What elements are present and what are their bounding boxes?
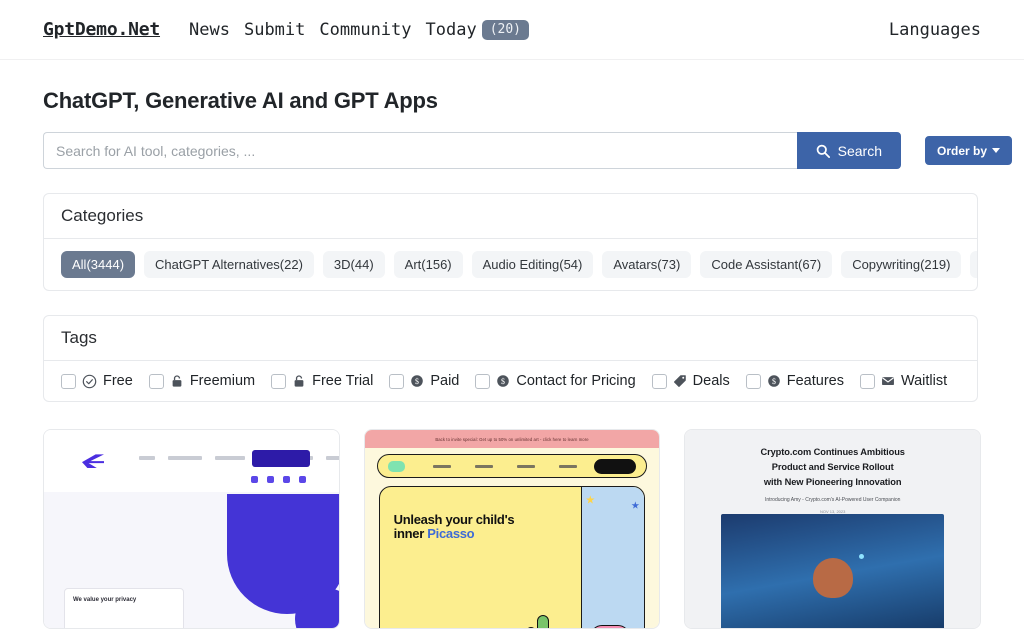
- checkbox-contact-for-pricing[interactable]: [475, 373, 491, 389]
- tag-filter-features[interactable]: $ Features: [745, 373, 844, 390]
- tag-label-deals: Deals: [692, 373, 730, 390]
- checkbox-features[interactable]: [745, 373, 761, 389]
- category-chip-chatgpt-alternatives[interactable]: ChatGPT Alternatives(22): [144, 251, 314, 279]
- checkbox-deals[interactable]: [651, 373, 667, 389]
- category-chip-audio-editing[interactable]: Audio Editing(54): [471, 251, 594, 279]
- thumb-hero-line2-prefix: inner: [393, 526, 428, 542]
- search-group: Search: [43, 132, 901, 170]
- envelope-icon: [881, 374, 895, 388]
- tag-label-free: Free: [103, 373, 133, 390]
- tag-filter-freemium[interactable]: Freemium: [148, 373, 256, 390]
- categories-heading: Categories: [44, 194, 977, 240]
- tool-card-1[interactable]: We value your privacy: [43, 429, 340, 629]
- category-chip-3d[interactable]: 3D(44): [322, 251, 385, 279]
- thumb-brand-icon: [387, 460, 405, 472]
- brand-logo[interactable]: GptDemo.Net: [43, 19, 160, 40]
- tool-card-3[interactable]: Crypto.com Continues Ambitious Product a…: [684, 429, 982, 629]
- categories-panel: Categories All(3444) ChatGPT Alternative…: [43, 193, 978, 292]
- svg-text:$: $: [772, 377, 776, 386]
- chevron-down-icon: [992, 148, 1001, 154]
- tag-label-contact-for-pricing: Contact for Pricing: [516, 373, 636, 390]
- tag-filter-row[interactable]: Free Freemium Free Trial $ Paid $ Contac…: [61, 373, 977, 389]
- tag-filter-deals[interactable]: Deals: [651, 373, 730, 390]
- nav-item-community[interactable]: Community: [312, 20, 418, 40]
- thumb-hero-image: [721, 514, 945, 629]
- categories-body: All(3444) ChatGPT Alternatives(22) 3D(44…: [44, 239, 977, 290]
- tag-filter-contact-for-pricing[interactable]: $ Contact for Pricing: [475, 373, 636, 390]
- thumb-title-line1: Crypto.com Continues Ambitious: [760, 447, 905, 458]
- search-button-label: Search: [837, 142, 882, 159]
- page-container: ChatGPT, Generative AI and GPT Apps Sear…: [0, 88, 1024, 629]
- order-by-label: Order by: [937, 143, 988, 158]
- search-icon: [816, 144, 830, 158]
- thumb-signin-button: [594, 458, 637, 474]
- tag-label-features: Features: [786, 373, 844, 390]
- tool-card-3-thumbnail: Crypto.com Continues Ambitious Product a…: [685, 430, 981, 629]
- today-count-badge: (20): [481, 19, 530, 40]
- thumb-hero: Unleash your child's inner Picasso: [378, 486, 646, 629]
- search-row: Search Order by: [43, 132, 1013, 170]
- nav-item-today[interactable]: Today: [419, 20, 484, 40]
- checkbox-paid[interactable]: [389, 373, 405, 389]
- dollar-circle-icon: $: [496, 374, 510, 388]
- tags-panel: Tags Free Freemium Free Trial $ Paid $ C…: [43, 315, 978, 403]
- category-chip-copywriting[interactable]: Copywriting(219): [841, 251, 962, 279]
- thumb-subtitle: Introducing Amy - Crypto.com's AI-Powere…: [764, 496, 901, 503]
- thumb-title-line2: Product and Service Rollout: [771, 462, 894, 473]
- page-title: ChatGPT, Generative AI and GPT Apps: [43, 88, 438, 113]
- nav-item-submit[interactable]: Submit: [237, 20, 312, 40]
- search-button[interactable]: Search: [796, 132, 901, 170]
- search-input[interactable]: [43, 132, 797, 170]
- tag-icon: [673, 374, 687, 388]
- tool-card-2[interactable]: Back to invite special: Get up to 50% on…: [363, 429, 661, 629]
- site-header: GptDemo.Net News Submit Community Today …: [0, 0, 1024, 60]
- tags-body: Free Freemium Free Trial $ Paid $ Contac…: [44, 361, 977, 401]
- tag-filter-free[interactable]: Free: [61, 373, 133, 389]
- category-chip-art[interactable]: Art(156): [393, 251, 463, 279]
- tag-filter-waitlist[interactable]: Waitlist: [859, 373, 948, 390]
- category-chip-partial[interactable]: C: [970, 251, 977, 279]
- thumb-hero-line2-accent: Picasso: [427, 526, 475, 542]
- tag-label-free-trial: Free Trial: [312, 373, 374, 390]
- category-chip-code-assistant[interactable]: Code Assistant(67): [700, 251, 833, 279]
- category-chip-all[interactable]: All(3444): [61, 251, 136, 279]
- tag-label-waitlist: Waitlist: [900, 373, 948, 390]
- thumb-date: NOV 13, 2023: [820, 508, 846, 514]
- svg-text:$: $: [415, 377, 419, 386]
- thumb-privacy-modal: We value your privacy: [64, 588, 184, 629]
- tool-card-grid: We value your privacy Back to invite spe…: [43, 429, 982, 629]
- thumb-privacy-modal-title: We value your privacy: [73, 597, 137, 604]
- checkbox-freemium[interactable]: [148, 373, 164, 389]
- tag-filter-free-trial[interactable]: Free Trial: [271, 373, 373, 389]
- thumb-title-line3: with New Pioneering Innovation: [763, 477, 902, 488]
- main-nav: News Submit Community Today (20): [182, 19, 530, 40]
- thumb-social-icons: [250, 476, 306, 484]
- lock-icon: [170, 374, 184, 388]
- checkbox-waitlist[interactable]: [859, 373, 875, 389]
- order-by-button[interactable]: Order by: [925, 136, 1013, 166]
- header-right: Languages: [889, 20, 981, 40]
- check-circle-icon: [82, 374, 97, 389]
- thumb-hero-line1: Unleash your child's: [393, 512, 515, 528]
- tool-card-1-thumbnail: We value your privacy: [44, 430, 339, 629]
- category-chip-row[interactable]: All(3444) ChatGPT Alternatives(22) 3D(44…: [61, 251, 977, 279]
- tag-filter-paid[interactable]: $ Paid: [389, 373, 459, 389]
- dollar-circle-icon: $: [410, 374, 424, 388]
- thumb-navbar: [376, 454, 648, 479]
- checkbox-free-trial[interactable]: [271, 373, 287, 389]
- svg-text:$: $: [501, 377, 505, 386]
- nav-item-news[interactable]: News: [182, 20, 237, 40]
- languages-link[interactable]: Languages: [889, 20, 981, 40]
- thumb-get-started-button: [251, 450, 310, 468]
- category-chip-avatars[interactable]: Avatars(73): [602, 251, 692, 279]
- thumb-promo-banner: Back to invite special: Get up to 50% on…: [364, 430, 660, 449]
- tag-label-paid: Paid: [430, 373, 460, 390]
- lock-icon: [292, 374, 306, 388]
- checkbox-free[interactable]: [61, 373, 76, 389]
- tool-card-2-thumbnail: Back to invite special: Get up to 50% on…: [364, 430, 660, 629]
- tags-heading: Tags: [44, 316, 977, 362]
- tag-label-freemium: Freemium: [189, 373, 256, 390]
- dollar-circle-icon: $: [767, 374, 781, 388]
